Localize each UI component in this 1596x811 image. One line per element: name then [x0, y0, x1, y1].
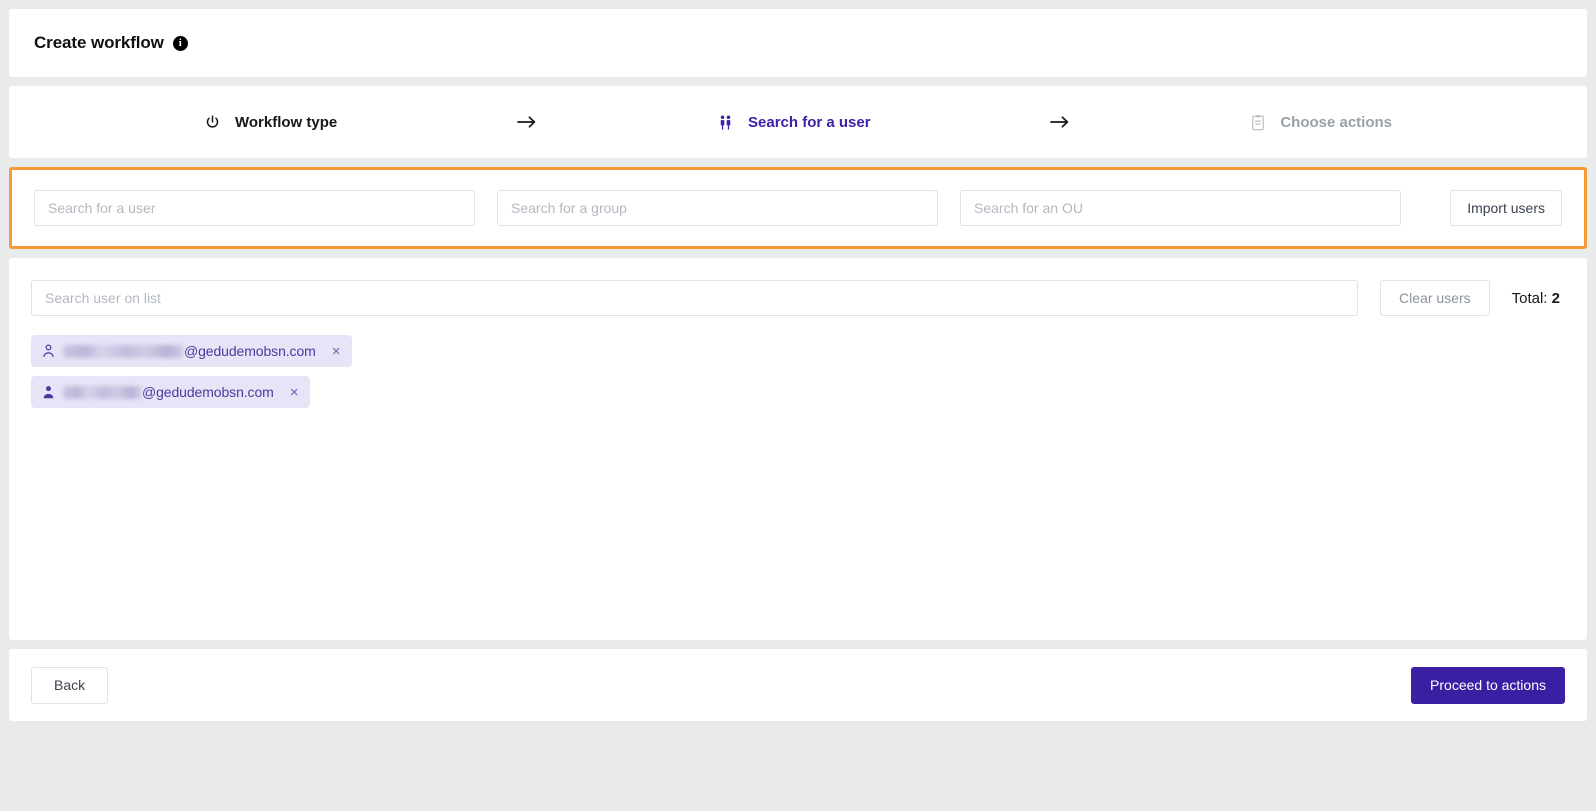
step-search-for-a-user[interactable]: Search for a user [717, 114, 871, 131]
search-ou-input[interactable] [960, 190, 1401, 226]
selected-users-panel: Clear users Total: 2 @gedudemobsn.com × [9, 258, 1587, 640]
step-workflow-type[interactable]: Workflow type [204, 114, 337, 131]
search-user-input[interactable] [34, 190, 475, 226]
power-icon [204, 114, 221, 131]
total-count: Total: 2 [1512, 290, 1565, 307]
user-chip-domain: @gedudemobsn.com [142, 384, 274, 400]
step-arrow-1 [337, 115, 717, 129]
workflow-stepper: Workflow type Search for a user Choose a… [9, 86, 1587, 158]
user-chip-label: @gedudemobsn.com [63, 343, 316, 359]
proceed-to-actions-button[interactable]: Proceed to actions [1411, 666, 1565, 704]
info-icon[interactable]: i [172, 35, 188, 51]
user-list-toolbar: Clear users Total: 2 [31, 280, 1565, 316]
app-root: Create workflow i Workflow type Search f… [0, 0, 1596, 811]
wizard-footer: Back Proceed to actions [9, 649, 1587, 721]
remove-user-icon[interactable]: × [288, 385, 301, 400]
user-chip[interactable]: @gedudemobsn.com × [31, 376, 311, 408]
clear-users-button[interactable]: Clear users [1380, 280, 1490, 316]
redacted-username [63, 385, 141, 399]
user-filled-icon [42, 385, 55, 399]
user-chip[interactable]: @gedudemobsn.com × [31, 335, 353, 367]
search-group-input[interactable] [497, 190, 938, 226]
step-choose-actions[interactable]: Choose actions [1250, 114, 1392, 131]
search-user-on-list-input[interactable] [31, 280, 1359, 316]
step-label: Choose actions [1280, 113, 1393, 131]
user-chip-domain: @gedudemobsn.com [184, 343, 316, 359]
selected-user-chips: @gedudemobsn.com × @gedudemobsn.com × [31, 335, 1565, 408]
page-header: Create workflow i [9, 9, 1587, 77]
remove-user-icon[interactable]: × [330, 344, 343, 359]
redacted-username [63, 344, 183, 358]
step-arrow-2 [871, 115, 1251, 129]
step-label: Workflow type [235, 113, 338, 131]
user-outline-icon [42, 344, 55, 358]
people-icon [717, 114, 734, 131]
total-label: Total: [1511, 289, 1548, 307]
clipboard-icon [1250, 114, 1266, 131]
import-users-button[interactable]: Import users [1450, 190, 1562, 226]
total-value: 2 [1551, 289, 1560, 307]
user-search-panel: Import users [9, 167, 1587, 249]
back-button[interactable]: Back [31, 666, 109, 704]
step-label: Search for a user [748, 113, 871, 131]
user-chip-label: @gedudemobsn.com [63, 384, 274, 400]
page-title: Create workflow [34, 33, 164, 52]
